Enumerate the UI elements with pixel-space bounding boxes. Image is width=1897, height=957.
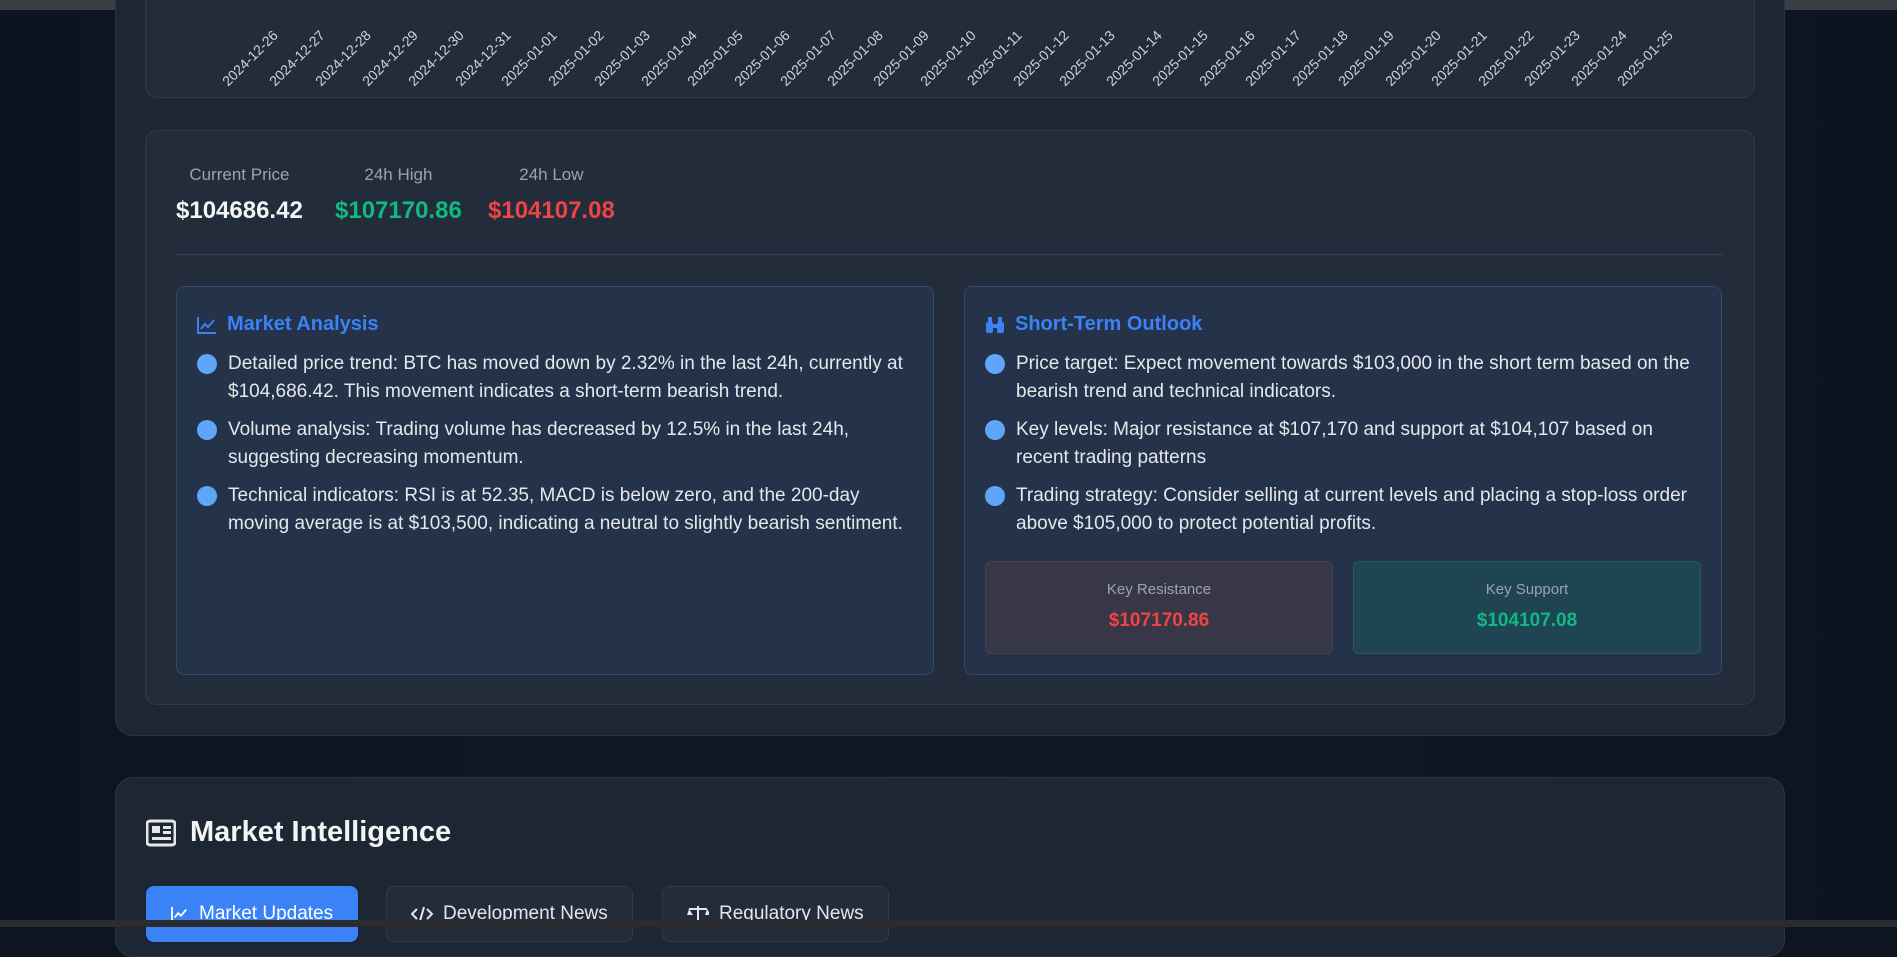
outlook-item-text: Price target: Expect movement towards $1… [1016, 353, 1690, 402]
low-24h-label: 24h Low [519, 165, 584, 184]
key-support-label: Key Support [1485, 581, 1569, 598]
market-intelligence-panel: Market Intelligence Market Updates Devel… [115, 777, 1785, 957]
key-resistance-label: Key Resistance [1106, 581, 1212, 598]
newspaper-icon [146, 819, 176, 846]
bullet-dot [985, 354, 1005, 374]
bullet-dot [985, 420, 1005, 440]
market-intelligence-header: Market Intelligence [146, 816, 451, 849]
high-24h-stat: 24h High $107170.86 [335, 165, 462, 225]
bullet-dot [197, 486, 217, 506]
high-24h-value: $107170.86 [335, 197, 462, 224]
outlook-item-text: Trading strategy: Consider selling at cu… [1016, 485, 1687, 534]
market-analysis-title: Market Analysis [227, 313, 379, 335]
key-support-card: Key Support $104107.08 [1353, 561, 1701, 654]
outlook-item: Price target: Expect movement towards $1… [985, 350, 1701, 406]
market-analysis-box: Market Analysis Detailed price trend: BT… [176, 286, 934, 675]
tab-market-updates[interactable]: Market Updates [146, 886, 359, 942]
price-info-card: Current Price $104686.42 24h High $10717… [145, 130, 1755, 705]
analysis-item: Volume analysis: Trading volume has decr… [197, 416, 913, 472]
stats-divider [176, 254, 1724, 255]
analysis-item-text: Technical indicators: RSI is at 52.35, M… [228, 485, 903, 534]
tab-regulatory-news[interactable]: Regulatory News [662, 886, 889, 942]
outlook-item-text: Key levels: Major resistance at $107,170… [1016, 419, 1653, 468]
price-chart-card: 2024-12-26 2024-12-27 2024-12-28 2024-12-29… [145, 0, 1755, 98]
outlook-title: Short-Term Outlook [1015, 313, 1203, 335]
key-resistance-value: $107170.86 [1108, 610, 1210, 631]
key-resistance-card: Key Resistance $107170.86 [985, 561, 1333, 654]
current-price-label: Current Price [189, 165, 290, 184]
tab-development-news[interactable]: Development News [386, 886, 633, 942]
analysis-item-text: Detailed price trend: BTC has moved down… [228, 353, 903, 402]
short-term-outlook-box: Short-Term Outlook Price target: Expect … [964, 286, 1722, 675]
analysis-item-text: Volume analysis: Trading volume has decr… [228, 419, 850, 468]
low-24h-value: $104107.08 [488, 197, 615, 224]
analysis-item: Detailed price trend: BTC has moved down… [197, 350, 913, 406]
current-price-value: $104686.42 [176, 197, 303, 224]
market-analysis-header: Market Analysis [197, 313, 913, 336]
outlook-header: Short-Term Outlook [985, 313, 1701, 336]
bullet-dot [197, 354, 217, 374]
outlook-item: Key levels: Major resistance at $107,170… [985, 416, 1701, 472]
market-intelligence-title: Market Intelligence [190, 816, 452, 848]
chart-line-icon [197, 316, 216, 334]
current-price-stat: Current Price $104686.42 [176, 165, 303, 225]
window-bottom-edge [0, 920, 1897, 927]
low-24h-stat: 24h Low $104107.08 [488, 165, 615, 225]
bullet-dot [197, 420, 217, 440]
bullet-dot [985, 486, 1005, 506]
binoculars-icon [986, 316, 1004, 333]
high-24h-label: 24h High [364, 165, 433, 184]
key-support-value: $104107.08 [1476, 610, 1578, 631]
analysis-item: Technical indicators: RSI is at 52.35, M… [197, 482, 913, 538]
outlook-item: Trading strategy: Consider selling at cu… [985, 482, 1701, 538]
